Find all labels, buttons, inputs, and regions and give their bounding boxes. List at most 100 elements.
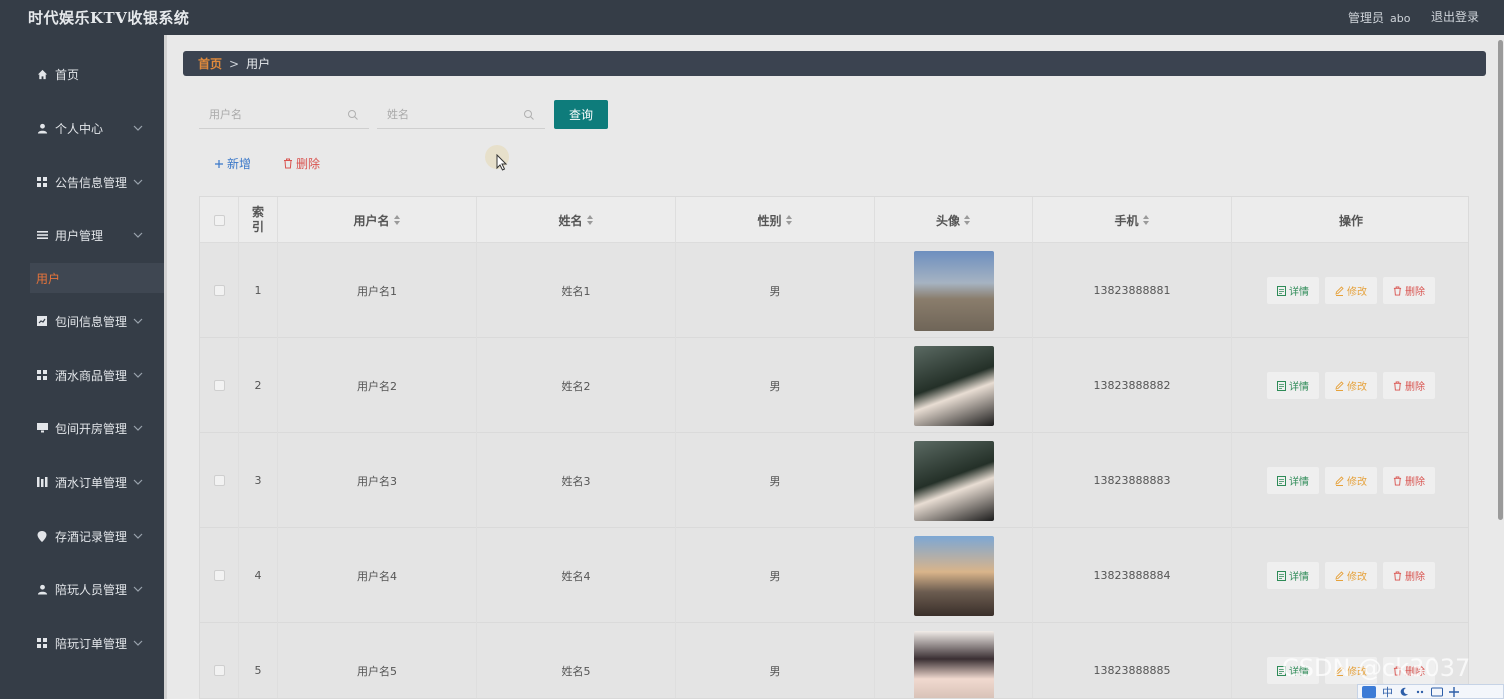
sidebar-divider bbox=[164, 35, 167, 699]
edit-icon bbox=[1335, 570, 1344, 581]
sidebar-item-companions[interactable]: 陪玩人员管理 bbox=[0, 574, 164, 604]
search-icon bbox=[348, 110, 358, 120]
table-row: 4 用户名4 姓名4 男 13823888884 详情 修改 删除 bbox=[200, 528, 1468, 623]
edit-button[interactable]: 修改 bbox=[1325, 467, 1377, 494]
header-gender[interactable]: 性别 bbox=[676, 197, 875, 243]
row-actions: 详情 修改 删除 bbox=[1267, 562, 1435, 589]
sidebar-item-label: 包间信息管理 bbox=[55, 314, 128, 329]
delete-button[interactable]: 删除 bbox=[1383, 562, 1435, 589]
chevron-down-icon bbox=[133, 179, 143, 185]
avatar-cell bbox=[875, 433, 1033, 528]
query-button[interactable]: 查询 bbox=[554, 100, 608, 129]
document-icon bbox=[1277, 380, 1286, 391]
list-icon bbox=[36, 229, 48, 241]
sidebar-item-home[interactable]: 首页 bbox=[0, 59, 164, 89]
app-title: 时代娱乐KTV收银系统 bbox=[28, 9, 190, 27]
sidebar-item-rooms[interactable]: 包间信息管理 bbox=[0, 306, 164, 336]
header-ops: 操作 bbox=[1338, 213, 1363, 228]
sidebar-item-label: 首页 bbox=[55, 67, 80, 82]
mouse-cursor-icon bbox=[496, 154, 508, 171]
punctuation-icon bbox=[1416, 690, 1424, 693]
row-checkbox[interactable] bbox=[213, 665, 225, 676]
logout-link[interactable]: 退出登录 bbox=[1431, 8, 1479, 25]
row-checkbox[interactable] bbox=[213, 285, 225, 296]
sidebar-item-companion-orders[interactable]: 陪玩订单管理 bbox=[0, 628, 164, 658]
table-header: 索引 用户名 姓名 性别 头像 手机 操作 bbox=[200, 197, 1468, 243]
breadcrumb-home[interactable]: 首页 bbox=[198, 55, 222, 72]
avatar-image[interactable] bbox=[913, 630, 994, 698]
header-phone[interactable]: 手机 bbox=[1033, 197, 1232, 243]
sidebar-item-room-open[interactable]: 包间开房管理 bbox=[0, 413, 164, 443]
row-checkbox[interactable] bbox=[213, 570, 225, 581]
header-label: 性别 bbox=[757, 213, 782, 228]
row-select-cell bbox=[200, 338, 239, 433]
edit-label: 修改 bbox=[1347, 382, 1367, 393]
monitor-icon bbox=[36, 422, 48, 434]
sidebar-item-user-mgmt[interactable]: 用户管理 bbox=[0, 220, 164, 250]
sidebar-item-drink-orders[interactable]: 酒水订单管理 bbox=[0, 467, 164, 497]
settings-icon bbox=[1449, 686, 1459, 697]
edit-button[interactable]: 修改 bbox=[1325, 277, 1377, 304]
sidebar-item-label: 陪玩订单管理 bbox=[55, 636, 128, 651]
gender-cell: 男 bbox=[676, 528, 875, 623]
delete-button[interactable]: 删除 bbox=[1383, 277, 1435, 304]
username-search-input[interactable] bbox=[199, 108, 369, 121]
header-username[interactable]: 用户名 bbox=[278, 197, 477, 243]
sidebar-subitem-users[interactable]: 用户 bbox=[30, 263, 164, 293]
avatar-image[interactable] bbox=[913, 440, 994, 521]
chevron-down-icon bbox=[133, 232, 143, 238]
sidebar-item-profile[interactable]: 个人中心 bbox=[0, 113, 164, 143]
name-cell: 姓名3 bbox=[477, 433, 676, 528]
scrollbar-thumb[interactable] bbox=[1498, 40, 1503, 520]
username-cell: 用户名4 bbox=[278, 528, 477, 623]
header-avatar[interactable]: 头像 bbox=[875, 197, 1033, 243]
avatar-cell bbox=[875, 243, 1033, 338]
ime-mode-label[interactable]: 中 bbox=[1382, 684, 1393, 699]
plus-icon bbox=[215, 159, 223, 168]
detail-button[interactable]: 详情 bbox=[1267, 372, 1319, 399]
search-icon bbox=[524, 110, 534, 120]
phone-cell: 13823888884 bbox=[1033, 528, 1232, 623]
ops-cell: 详情 修改 删除 bbox=[1232, 433, 1468, 528]
sidebar-item-label: 存酒记录管理 bbox=[55, 529, 128, 544]
ops-cell: 详情 修改 删除 bbox=[1232, 243, 1468, 338]
delete-button[interactable]: 删除 bbox=[1383, 467, 1435, 494]
detail-button[interactable]: 详情 bbox=[1267, 277, 1319, 304]
sidebar-item-notices[interactable]: 公告信息管理 bbox=[0, 167, 164, 197]
row-checkbox[interactable] bbox=[213, 475, 225, 486]
sort-icon bbox=[964, 215, 971, 225]
sidebar-item-wine-storage[interactable]: 存酒记录管理 bbox=[0, 521, 164, 551]
sort-icon bbox=[586, 215, 594, 225]
edit-button[interactable]: 修改 bbox=[1325, 372, 1377, 399]
gender-cell: 男 bbox=[676, 243, 875, 338]
row-actions: 详情 修改 删除 bbox=[1267, 372, 1435, 399]
select-all-checkbox[interactable] bbox=[213, 214, 225, 226]
detail-button[interactable]: 详情 bbox=[1267, 467, 1319, 494]
phone-cell: 13823888882 bbox=[1033, 338, 1232, 433]
avatar-image[interactable] bbox=[913, 250, 994, 331]
row-checkbox[interactable] bbox=[213, 380, 225, 391]
edit-button[interactable]: 修改 bbox=[1325, 562, 1377, 589]
index-cell: 3 bbox=[239, 433, 278, 528]
header-name[interactable]: 姓名 bbox=[477, 197, 676, 243]
delete-label: 删除 bbox=[1405, 382, 1425, 393]
edit-label: 修改 bbox=[1347, 572, 1367, 583]
sidebar-item-drinks[interactable]: 酒水商品管理 bbox=[0, 360, 164, 390]
detail-button[interactable]: 详情 bbox=[1267, 562, 1319, 589]
trash-icon bbox=[1393, 381, 1402, 390]
grid-icon bbox=[36, 176, 48, 188]
ime-toolbar: 中 bbox=[1357, 684, 1504, 699]
batch-delete-button[interactable]: 删除 bbox=[283, 155, 320, 172]
trash-icon bbox=[1393, 286, 1402, 295]
add-button[interactable]: 新增 bbox=[214, 155, 251, 172]
detail-label: 详情 bbox=[1289, 382, 1309, 393]
avatar-image[interactable] bbox=[913, 345, 994, 426]
delete-button[interactable]: 删除 bbox=[1383, 372, 1435, 399]
breadcrumb-current: 用户 bbox=[246, 57, 271, 71]
edit-label: 修改 bbox=[1347, 287, 1367, 298]
avatar-image[interactable] bbox=[913, 535, 994, 616]
name-search-input[interactable] bbox=[377, 108, 545, 121]
row-select-cell bbox=[200, 433, 239, 528]
add-button-label: 新增 bbox=[227, 157, 252, 171]
username-cell: 用户名1 bbox=[278, 243, 477, 338]
